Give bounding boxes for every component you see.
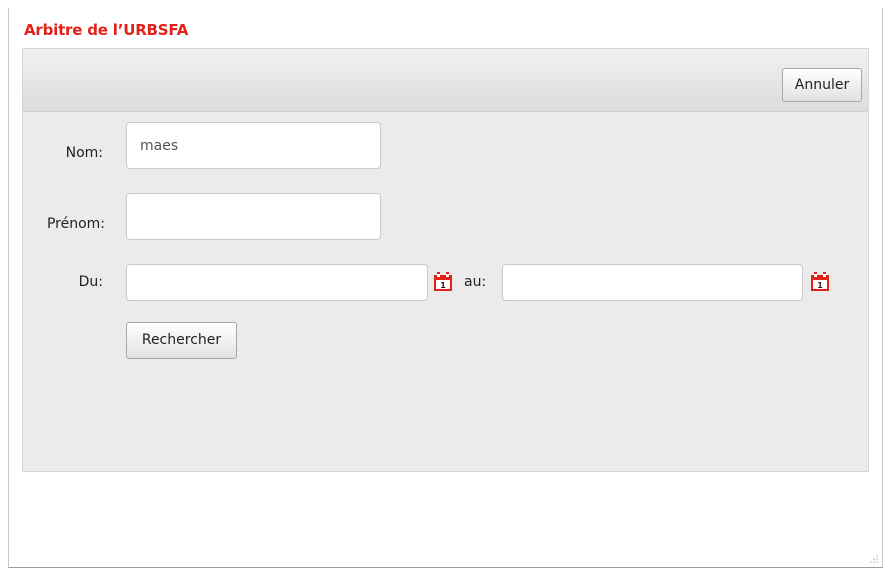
du-label: Du: [78, 274, 103, 290]
dialog: Arbitre de l’URBSFA Annuler Nom: Prénom:… [8, 8, 883, 568]
prenom-input[interactable] [126, 193, 381, 240]
calendar-day-label: 1 [440, 281, 446, 290]
calendar-icon[interactable]: 1 [809, 271, 831, 293]
au-date-input[interactable] [502, 264, 803, 301]
search-button[interactable]: Rechercher [126, 322, 237, 359]
cancel-button[interactable]: Annuler [782, 68, 862, 102]
toolbar: Annuler [23, 49, 868, 112]
nom-input[interactable] [126, 122, 381, 169]
prenom-label: Prénom: [46, 216, 105, 232]
dialog-title: Arbitre de l’URBSFA [24, 21, 189, 39]
du-date-input[interactable] [126, 264, 428, 301]
calendar-icon[interactable]: 1 [432, 271, 454, 293]
search-panel: Annuler Nom: Prénom: Du: 1 au: 1 R [22, 48, 869, 472]
calendar-day-label: 1 [817, 281, 823, 290]
au-label: au: [464, 274, 487, 290]
resize-grip-icon[interactable] [868, 553, 878, 563]
nom-label: Nom: [65, 145, 103, 161]
